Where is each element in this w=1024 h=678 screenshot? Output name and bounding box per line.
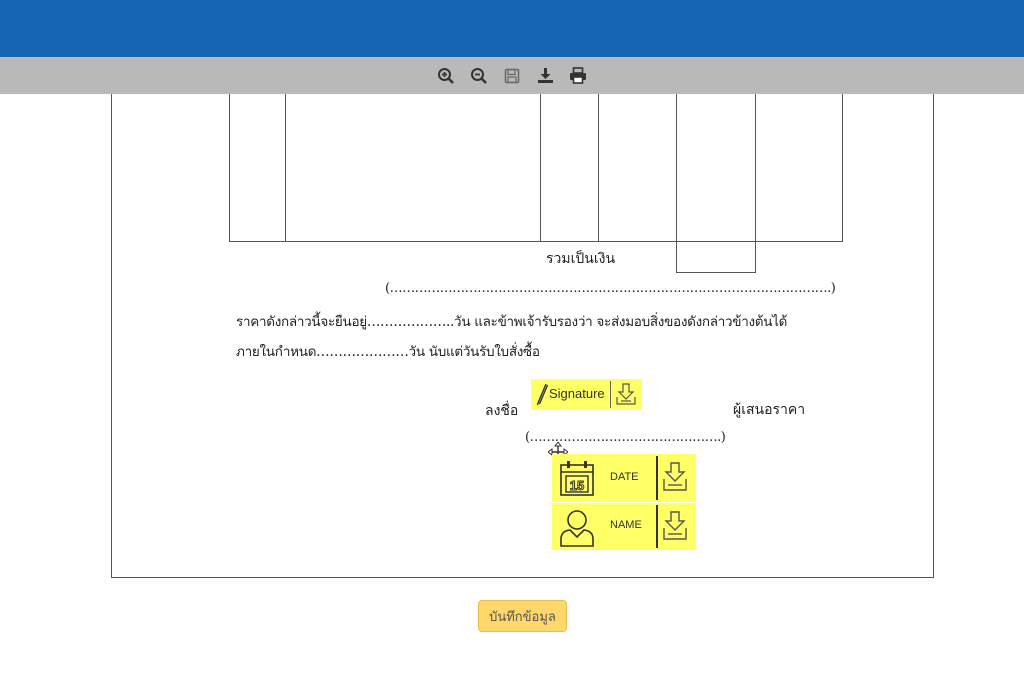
- amount-words-line: (…………………………………………………………………………………………….): [385, 281, 836, 296]
- table-border: [229, 241, 843, 242]
- table-border: [676, 94, 677, 273]
- document-page: [111, 94, 934, 578]
- bidder-label: ผู้เสนอราคา: [733, 402, 806, 418]
- signature-label: Signature: [549, 386, 605, 401]
- separator: [610, 381, 611, 408]
- table-border: [842, 94, 843, 242]
- date-field[interactable]: 15 DATE: [552, 454, 696, 502]
- download-icon[interactable]: [535, 65, 556, 86]
- date-label: DATE: [610, 471, 639, 483]
- table-border: [755, 94, 756, 273]
- pdf-toolbar: [0, 57, 1024, 94]
- total-cell-border: [676, 272, 756, 273]
- calendar-day-number: 15: [570, 478, 584, 493]
- table-border: [229, 94, 230, 242]
- pen-icon: [536, 383, 549, 406]
- save-data-button[interactable]: บันทึกข้อมูล: [478, 600, 567, 632]
- save-icon[interactable]: [502, 65, 523, 86]
- table-border: [598, 94, 599, 242]
- name-field[interactable]: NAME: [552, 503, 696, 550]
- download-tray-icon[interactable]: [662, 460, 688, 494]
- signature-field[interactable]: Signature: [531, 379, 642, 410]
- name-label: NAME: [610, 519, 642, 531]
- sign-label: ลงชื่อ: [485, 403, 519, 419]
- person-icon: [560, 510, 594, 547]
- zoom-in-icon[interactable]: [436, 65, 457, 86]
- zoom-out-icon[interactable]: [469, 65, 490, 86]
- download-tray-icon[interactable]: [615, 382, 637, 407]
- download-tray-icon[interactable]: [662, 509, 688, 543]
- total-label: รวมเป็นเงิน: [546, 251, 616, 267]
- top-header-bar: [0, 0, 1024, 57]
- delivery-term-line: ภายในกำหนด…………………วัน นับแต่วันรับใบสั่งซ…: [236, 344, 540, 360]
- calendar-icon: 15: [560, 461, 594, 496]
- print-icon[interactable]: [568, 65, 589, 86]
- table-border: [540, 94, 541, 242]
- table-border: [285, 94, 286, 242]
- separator: [656, 505, 658, 548]
- price-validity-line: ราคาดังกล่าวนี้จะยืนอยู่………………..วัน และข…: [236, 314, 788, 330]
- separator: [656, 456, 658, 500]
